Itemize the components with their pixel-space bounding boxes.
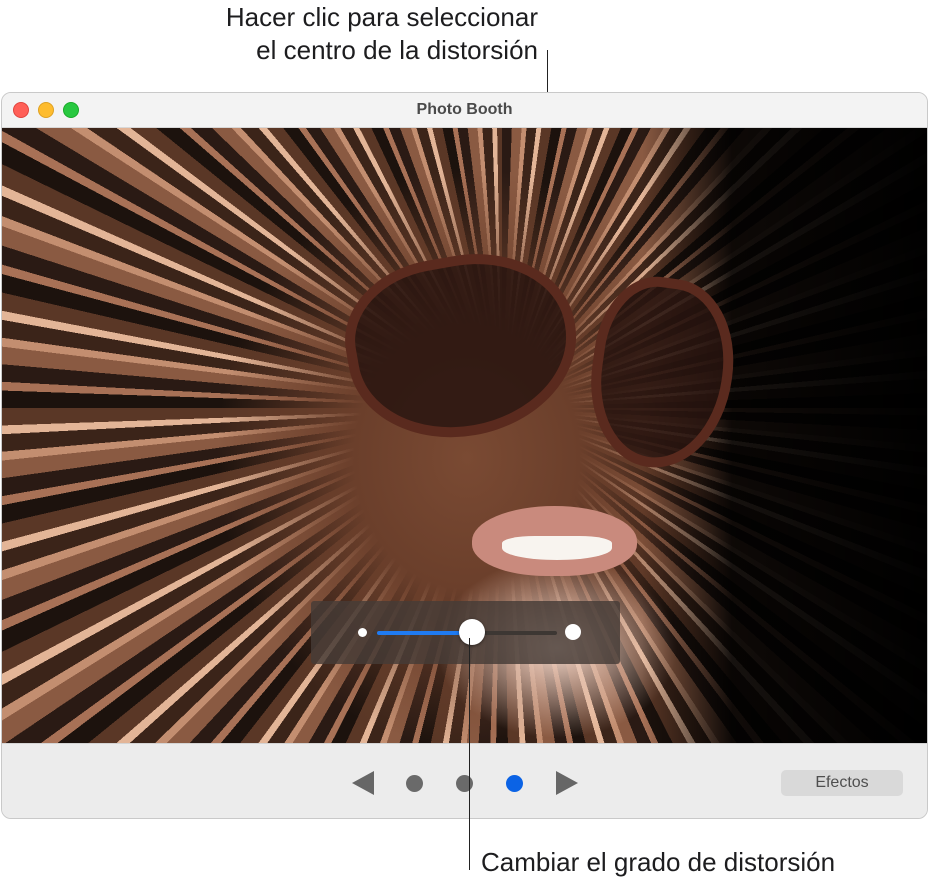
photo-preview[interactable]: [2, 128, 927, 743]
page-dot-3-selected[interactable]: [506, 775, 523, 792]
slider-min-icon: [358, 628, 367, 637]
bottom-toolbar: Efectos: [2, 743, 927, 818]
callout-leader-bottom: [469, 638, 470, 870]
photo-teeth: [502, 536, 612, 560]
slider-max-icon: [565, 624, 581, 640]
distortion-slider-fill: [377, 631, 473, 635]
callout-select-center-line2: el centro de la distorsión: [256, 35, 538, 65]
distortion-slider-thumb[interactable]: [459, 619, 486, 645]
window-title: Photo Booth: [416, 101, 513, 118]
triangle-left-icon[interactable]: [352, 771, 374, 795]
triangle-right-icon[interactable]: [556, 771, 578, 795]
sunglasses-left-lens: [333, 237, 591, 455]
photo-booth-window: Photo Booth Efectos: [1, 92, 928, 819]
effects-button[interactable]: Efectos: [781, 770, 903, 796]
distortion-slider[interactable]: [377, 619, 557, 645]
title-bar[interactable]: Photo Booth: [2, 93, 927, 128]
page-dot-1[interactable]: [406, 775, 423, 792]
callout-change-distortion: Cambiar el grado de distorsión: [481, 847, 836, 877]
callout-select-center-line1: Hacer clic para seleccionar: [225, 2, 538, 32]
distortion-slider-panel: [311, 601, 620, 664]
page-dot-2[interactable]: [456, 775, 473, 792]
callout-select-center: Hacer clic para seleccionar el centro de…: [226, 1, 538, 67]
